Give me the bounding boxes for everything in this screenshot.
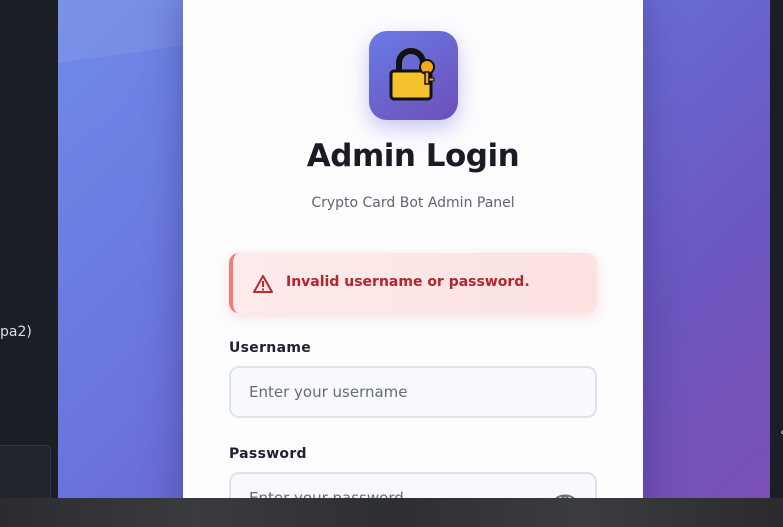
username-label: Username bbox=[229, 340, 311, 356]
lock-key-icon bbox=[389, 48, 435, 101]
login-card: Admin Login Crypto Card Bot Admin Panel … bbox=[183, 0, 643, 524]
error-alert: Invalid username or password. bbox=[229, 253, 597, 313]
error-message: Invalid username or password. bbox=[286, 274, 530, 290]
background-window-left: pa2) bbox=[0, 0, 58, 498]
background-text-fragment: pa2) bbox=[0, 324, 32, 340]
background-panel bbox=[0, 445, 51, 498]
page-title: Admin Login bbox=[306, 138, 520, 174]
warning-triangle-icon bbox=[253, 275, 273, 293]
taskbar bbox=[0, 498, 783, 527]
background-window-right: ‹ bbox=[770, 0, 783, 498]
password-label: Password bbox=[229, 446, 307, 462]
app-logo bbox=[369, 31, 458, 120]
username-input[interactable] bbox=[229, 366, 597, 418]
page-subtitle: Crypto Card Bot Admin Panel bbox=[311, 195, 515, 211]
